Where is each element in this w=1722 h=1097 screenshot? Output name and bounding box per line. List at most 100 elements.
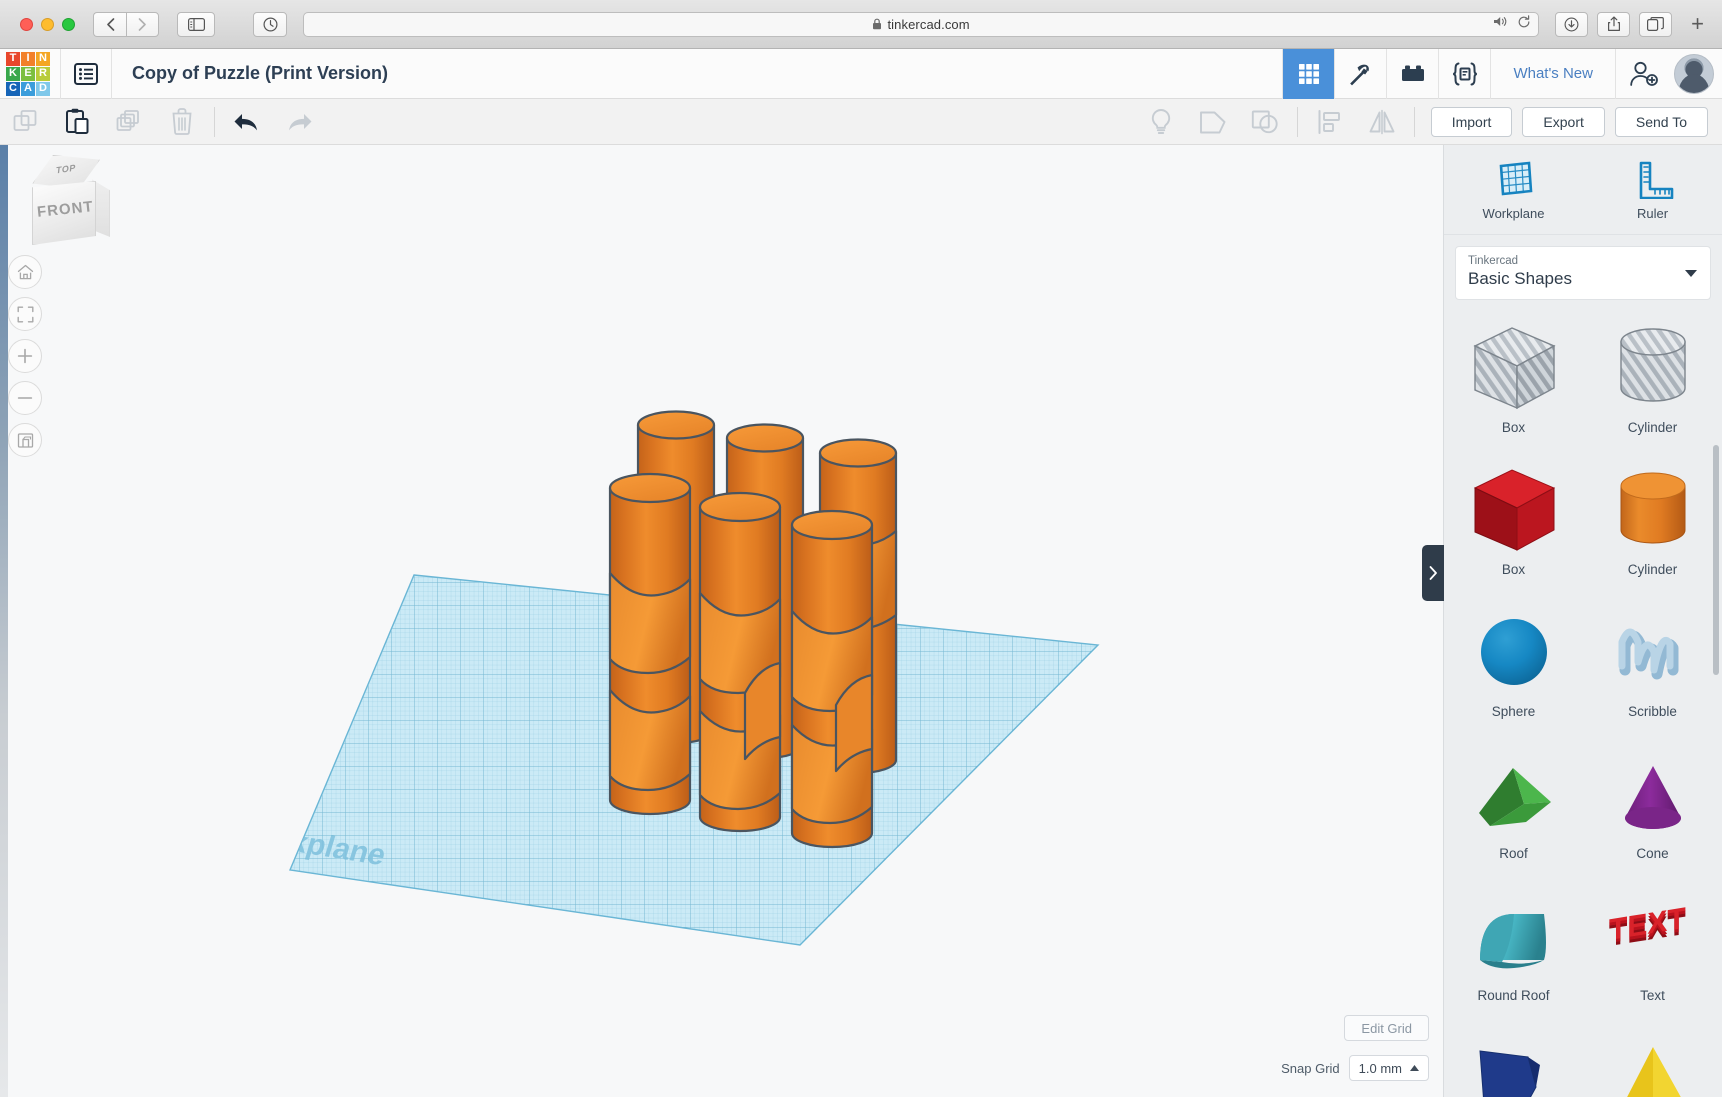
- duplicate-button[interactable]: [104, 99, 156, 145]
- hamburger-list-icon: [74, 62, 98, 85]
- snap-grid-select[interactable]: 1.0 mm: [1348, 1055, 1429, 1081]
- shape-item-pyramid[interactable]: [1583, 1020, 1722, 1097]
- shape-item-scribble[interactable]: Scribble: [1583, 594, 1722, 734]
- app-header: T I N K E R C A D Copy of Puzzle (Print …: [0, 48, 1722, 99]
- tab-codeblocks[interactable]: [1438, 48, 1490, 99]
- address-bar-actions: [1493, 14, 1531, 34]
- sidebar-toggle-icon: [187, 17, 205, 31]
- clock-icon: [262, 16, 278, 32]
- undo-button[interactable]: [221, 99, 273, 145]
- project-menu-button[interactable]: [60, 48, 112, 99]
- new-tab-button[interactable]: +: [1691, 11, 1704, 37]
- edit-grid-button[interactable]: Edit Grid: [1344, 1015, 1429, 1041]
- roof-green-icon: [1466, 742, 1562, 846]
- history-button[interactable]: [253, 11, 287, 37]
- grid-3x3-icon: [1298, 63, 1319, 84]
- browser-chrome: tinkercad.com +: [0, 0, 1722, 49]
- library-name: Basic Shapes: [1468, 269, 1572, 288]
- shapes-grid: Box Cylinder Box Cylinder Sphere Scribbl…: [1444, 310, 1722, 1097]
- design-viewport[interactable]: TOP FRONT Workplane Edit Grid Snap Grid …: [0, 145, 1443, 1097]
- pickaxe-icon: [1350, 64, 1369, 85]
- shape-library-dropdown[interactable]: Tinkercad Basic Shapes: [1455, 246, 1711, 300]
- shapes-panel: Workplane Ruler Tinkercad Basic Shapes B…: [1422, 145, 1722, 1097]
- speaker-icon[interactable]: [1493, 15, 1508, 33]
- shape-item-roof[interactable]: Roof: [1444, 736, 1583, 876]
- forward-button[interactable]: [126, 11, 159, 37]
- sidebar-toggle-button[interactable]: [177, 11, 215, 37]
- minimize-window-button[interactable]: [41, 17, 54, 31]
- avatar[interactable]: [1674, 53, 1714, 94]
- box-red-icon: [1466, 458, 1562, 562]
- caret-down-icon[interactable]: [1685, 270, 1697, 277]
- shape-item-box-red[interactable]: Box: [1444, 452, 1583, 592]
- tab-blocks[interactable]: [1386, 48, 1438, 99]
- page-title[interactable]: Copy of Puzzle (Print Version): [132, 63, 388, 84]
- logo-tile-k: K: [6, 66, 20, 81]
- panel-tools: Workplane Ruler: [1444, 145, 1722, 235]
- shape-item-cylinder-orange[interactable]: Cylinder: [1583, 452, 1722, 592]
- address-bar[interactable]: tinkercad.com: [303, 11, 1540, 37]
- downloads-button[interactable]: [1555, 11, 1589, 37]
- cylinder-front-right: [790, 509, 874, 849]
- shape-label: Scribble: [1628, 704, 1677, 719]
- import-button[interactable]: Import: [1430, 106, 1513, 137]
- group-button[interactable]: [1187, 99, 1239, 145]
- logo-tile-r: R: [36, 66, 50, 81]
- box-hole-icon: [1466, 316, 1562, 420]
- puzzle-model[interactable]: [608, 410, 898, 849]
- add-person-icon: [1630, 61, 1658, 86]
- export-button[interactable]: Export: [1522, 106, 1605, 137]
- ungroup-button[interactable]: [1239, 99, 1291, 145]
- invite-people-button[interactable]: [1616, 49, 1672, 99]
- cylinder-front-middle: [698, 491, 782, 833]
- shape-item-box-hole[interactable]: Box: [1444, 310, 1583, 450]
- workplane-tool-label: Workplane: [1482, 205, 1545, 221]
- maximize-window-button[interactable]: [62, 17, 75, 31]
- chevron-right-icon: [1429, 566, 1437, 580]
- url-text: tinkercad.com: [887, 16, 970, 32]
- ungroup-shapes-icon: [1251, 110, 1278, 133]
- shape-item-polygon[interactable]: [1444, 1020, 1583, 1097]
- send-to-button[interactable]: Send To: [1614, 106, 1708, 137]
- shapes-scroll-area[interactable]: Box Cylinder Box Cylinder Sphere Scribbl…: [1444, 300, 1722, 1097]
- text-red-icon: TEXT TEXT TEXT: [1605, 884, 1701, 988]
- note-button[interactable]: [1135, 99, 1187, 145]
- 3d-scene[interactable]: Workplane: [0, 145, 1443, 1097]
- shape-item-sphere[interactable]: Sphere: [1444, 594, 1583, 734]
- mirror-button[interactable]: [1356, 99, 1408, 145]
- back-button[interactable]: [93, 11, 126, 37]
- redo-arrow-icon: [289, 113, 312, 130]
- snap-grid-label: Snap Grid: [1281, 1060, 1340, 1076]
- paste-button[interactable]: [52, 99, 104, 145]
- shape-item-text[interactable]: TEXT TEXT TEXT Text: [1583, 878, 1722, 1018]
- copy-button[interactable]: [0, 99, 52, 145]
- tab-overview-icon: [1647, 17, 1665, 31]
- tab-3d-design[interactable]: [1282, 48, 1335, 99]
- share-button[interactable]: [1597, 11, 1631, 37]
- shape-item-cylinder-hole[interactable]: Cylinder: [1583, 310, 1722, 450]
- collapse-panel-button[interactable]: [1422, 545, 1444, 601]
- ruler-tool[interactable]: Ruler: [1583, 145, 1722, 234]
- delete-button[interactable]: [156, 99, 208, 145]
- tab-overview-button[interactable]: [1639, 11, 1673, 37]
- lego-brick-icon: [1401, 65, 1424, 81]
- reload-icon[interactable]: [1517, 14, 1531, 34]
- tinkercad-app: tinkercad.com + T I N K E R C A D Copy o…: [0, 0, 1722, 1097]
- browser-right-actions: +: [1555, 11, 1704, 37]
- lightbulb-icon: [1151, 108, 1170, 134]
- tab-minecraft[interactable]: [1334, 48, 1386, 99]
- align-button[interactable]: [1304, 99, 1356, 145]
- shape-item-cone[interactable]: Cone: [1583, 736, 1722, 876]
- share-icon: [1607, 16, 1620, 31]
- panel-scrollbar[interactable]: [1713, 445, 1719, 675]
- snap-grid-row: Snap Grid 1.0 mm: [1281, 1055, 1429, 1081]
- paste-icon: [66, 108, 89, 134]
- redo-button[interactable]: [273, 99, 325, 145]
- logo-tile-d: D: [36, 81, 50, 96]
- shape-item-round-roof[interactable]: Round Roof: [1444, 878, 1583, 1018]
- close-window-button[interactable]: [20, 17, 33, 31]
- shape-label: Roof: [1499, 846, 1528, 861]
- workplane-tool[interactable]: Workplane: [1444, 145, 1583, 234]
- whats-new-link[interactable]: What's New: [1490, 48, 1616, 99]
- tinkercad-logo[interactable]: T I N K E R C A D: [6, 51, 50, 96]
